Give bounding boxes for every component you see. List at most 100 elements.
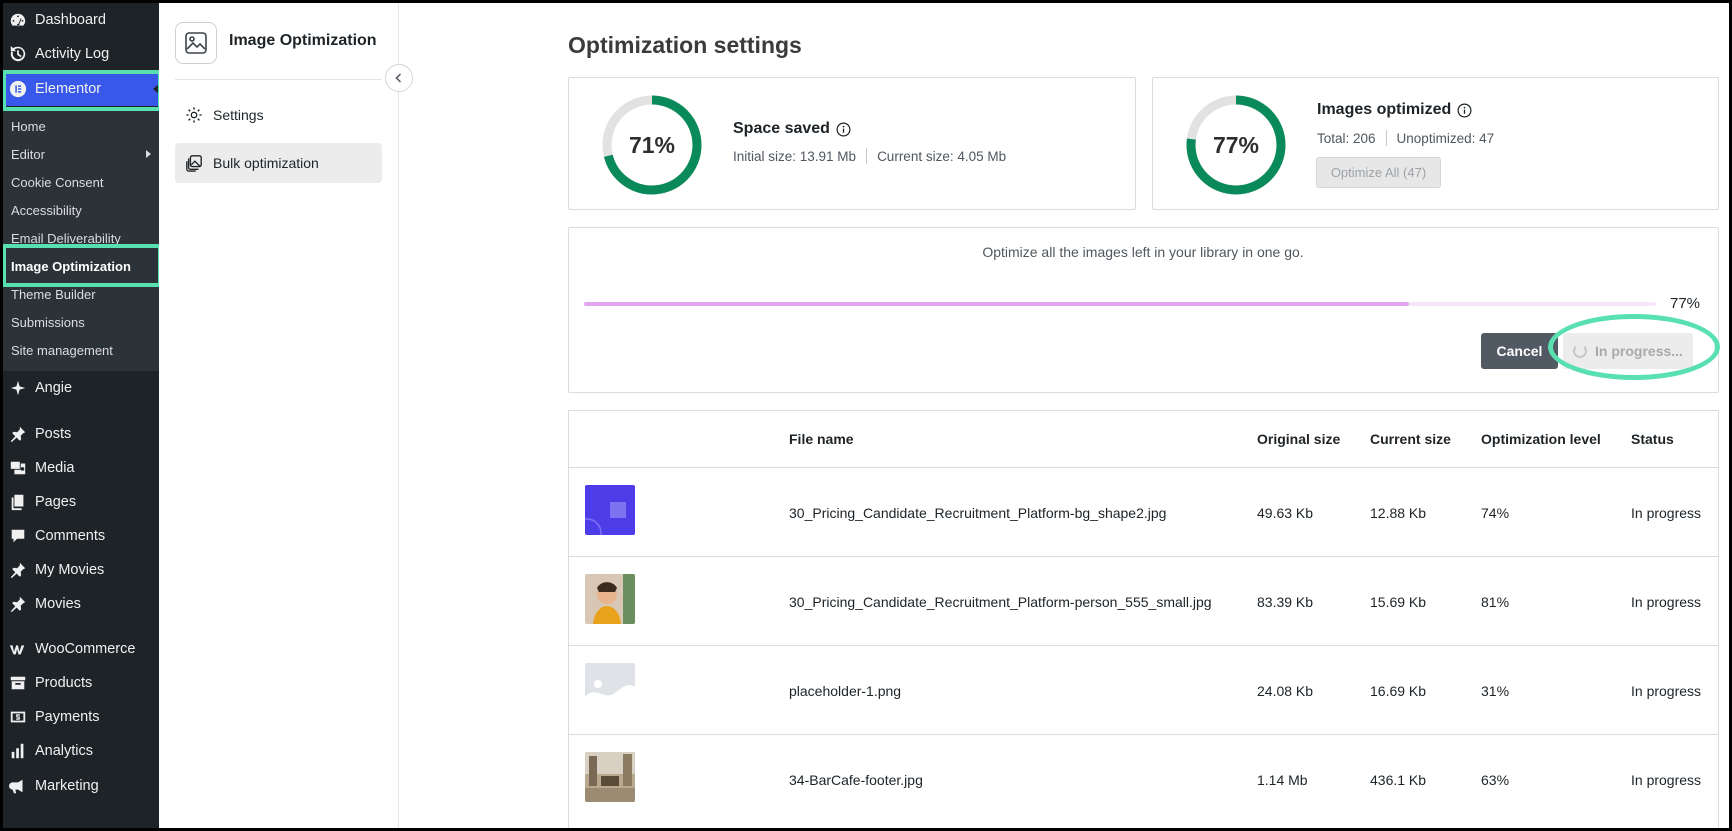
image-thumbnail <box>585 752 635 802</box>
wp-menu-movies[interactable]: Movies <box>0 587 159 621</box>
table-row[interactable]: 30_Pricing_Candidate_Recruitment_Platfor… <box>569 467 1718 556</box>
images-counts: Total: 206 Unoptimized: 47 <box>1317 130 1494 146</box>
wp-menu-payments[interactable]: Payments <box>0 700 159 734</box>
total-count: Total: 206 <box>1317 130 1376 146</box>
collapse-sidebar-button[interactable] <box>385 64 413 92</box>
wp-menu-analytics[interactable]: Analytics <box>0 734 159 768</box>
chevron-left-icon <box>395 73 402 83</box>
submenu-submissions[interactable]: Submissions <box>11 310 151 334</box>
bulk-progress-percent: 77% <box>1670 295 1701 312</box>
status: In progress <box>1631 593 1702 610</box>
wp-menu-elementor[interactable]: Elementor <box>0 72 159 106</box>
image-thumbnail <box>585 663 635 713</box>
images-table: File name Original size Current size Opt… <box>568 410 1719 831</box>
col-current-size: Current size <box>1370 431 1451 447</box>
col-optimization-level: Optimization level <box>1481 431 1601 447</box>
wp-menu-media[interactable]: Media <box>0 451 159 485</box>
wp-menu-products[interactable]: Products <box>0 666 159 700</box>
original-size: 49.63 Kb <box>1257 504 1314 521</box>
table-row[interactable]: placeholder-1.png 24.08 Kb 16.69 Kb 31% … <box>569 645 1718 734</box>
image-thumbnail <box>585 485 635 535</box>
info-icon[interactable] <box>836 122 851 137</box>
in-progress-button[interactable]: In progress... <box>1563 333 1693 369</box>
wp-menu-comments[interactable]: Comments <box>0 519 159 553</box>
optimization-level: 63% <box>1481 771 1510 788</box>
submenu-email-deliverability[interactable]: Email Deliverability <box>11 226 151 250</box>
separator <box>866 148 868 164</box>
current-size: 436.1 Kb <box>1370 771 1427 788</box>
dashboard-icon <box>8 10 28 30</box>
wp-menu-marketing[interactable]: Marketing <box>0 769 159 803</box>
file-name: 30_Pricing_Candidate_Recruitment_Platfor… <box>789 504 1167 521</box>
space-saved-percent: 71% <box>628 131 676 158</box>
sparkle-icon <box>8 378 28 398</box>
wp-menu-pages[interactable]: Pages <box>0 485 159 519</box>
col-file-name: File name <box>789 431 854 447</box>
caret-right-icon <box>146 150 151 158</box>
wp-menu-woocommerce[interactable]: WooCommerce <box>0 632 159 666</box>
image-thumbnail <box>585 574 635 624</box>
plugin-divider <box>175 79 382 80</box>
elementor-icon <box>8 79 28 99</box>
bulk-description: Optimize all the images left in your lib… <box>982 244 1304 260</box>
space-saved-sizes: Initial size: 13.91 Mb Current size: 4.0… <box>733 148 1006 164</box>
media-icon <box>8 458 28 478</box>
page-title: Optimization settings <box>568 32 802 58</box>
gear-icon <box>185 106 203 124</box>
megaphone-icon <box>8 776 28 796</box>
separator <box>1385 130 1387 146</box>
current-size: Current size: 4.05 Mb <box>877 148 1007 164</box>
file-name: placeholder-1.png <box>789 682 902 699</box>
woocommerce-icon <box>8 639 28 659</box>
table-row[interactable]: 34-BarCafe-footer.jpg 1.14 Mb 436.1 Kb 6… <box>569 734 1718 823</box>
submenu-cookie-consent[interactable]: Cookie Consent <box>11 170 151 194</box>
history-icon <box>8 44 28 64</box>
space-saved-title: Space saved <box>733 120 851 138</box>
submenu-editor[interactable]: Editor <box>11 142 151 166</box>
unoptimized-count: Unoptimized: 47 <box>1396 130 1495 146</box>
wp-menu-activity-log[interactable]: Activity Log <box>0 37 159 71</box>
file-name: 30_Pricing_Candidate_Recruitment_Platfor… <box>789 593 1212 610</box>
comment-icon <box>8 526 28 546</box>
optimize-all-button[interactable]: Optimize All (47) <box>1316 157 1441 188</box>
space-saved-donut: 71% <box>600 93 704 197</box>
submenu-accessibility[interactable]: Accessibility <box>11 198 151 222</box>
images-icon <box>185 154 203 172</box>
current-size: 15.69 Kb <box>1370 593 1427 610</box>
space-saved-card: 71% Space saved Initial size: 13.91 Mb C… <box>568 77 1136 210</box>
pin-icon <box>8 594 28 614</box>
status: In progress <box>1631 504 1702 521</box>
wp-menu-posts[interactable]: Posts <box>0 417 159 451</box>
submenu-site-management[interactable]: Site management <box>11 338 151 362</box>
spinner-icon <box>1573 344 1588 358</box>
wp-admin-sidebar: Dashboard Activity Log Elementor Home Ed… <box>0 0 159 831</box>
nav-bulk-optimization[interactable]: Bulk optimization <box>175 143 382 183</box>
file-name: 34-BarCafe-footer.jpg <box>789 771 923 788</box>
cancel-button[interactable]: Cancel <box>1481 333 1558 369</box>
images-optimized-title: Images optimized <box>1317 101 1472 119</box>
info-icon[interactable] <box>1457 103 1472 118</box>
col-status: Status <box>1631 431 1674 447</box>
original-size: 1.14 Mb <box>1257 771 1308 788</box>
original-size: 24.08 Kb <box>1257 682 1314 699</box>
wp-menu-dashboard[interactable]: Dashboard <box>0 3 159 37</box>
plugin-title: Image Optimization <box>229 32 377 49</box>
payments-icon <box>8 707 28 727</box>
submenu-home[interactable]: Home <box>11 114 151 138</box>
images-optimized-percent: 77% <box>1212 131 1260 158</box>
wp-menu-my-movies[interactable]: My Movies <box>0 553 159 587</box>
submenu-theme-builder[interactable]: Theme Builder <box>11 282 151 306</box>
optimization-level: 31% <box>1481 682 1510 699</box>
wp-menu-angie[interactable]: Angie <box>0 371 159 405</box>
pin-icon <box>8 560 28 580</box>
status: In progress <box>1631 682 1702 699</box>
submenu-image-optimization[interactable]: Image Optimization <box>11 254 151 278</box>
nav-settings[interactable]: Settings <box>175 95 382 135</box>
table-row[interactable]: 30_Pricing_Candidate_Recruitment_Platfor… <box>569 556 1718 645</box>
images-optimized-donut: 77% <box>1184 93 1288 197</box>
plugin-nav: Image Optimization Settings Bulk optimiz… <box>159 0 399 831</box>
images-optimized-card: 77% Images optimized Total: 206 Unoptimi… <box>1152 77 1719 210</box>
image-optimization-logo-icon <box>175 22 217 64</box>
pin-icon <box>8 424 28 444</box>
archive-icon <box>8 673 28 693</box>
